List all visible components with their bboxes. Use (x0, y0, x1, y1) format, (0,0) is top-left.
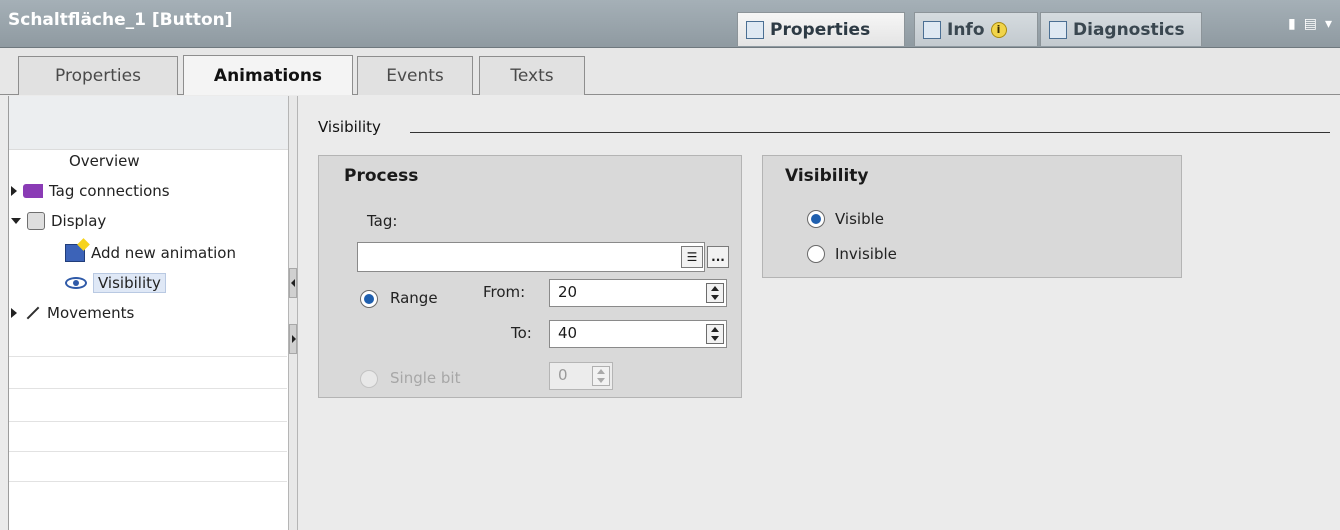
tree-header-band (9, 96, 288, 150)
tree-item-tag-connections[interactable]: Tag connections (11, 176, 170, 206)
tag-label: Tag: (367, 212, 398, 230)
tab-diagnostics[interactable]: Diagnostics (1040, 12, 1202, 46)
tree-item-display[interactable]: Display (11, 206, 106, 236)
invisible-radio[interactable] (807, 245, 825, 263)
tree-item-display-label: Display (51, 212, 107, 230)
tree-divider (9, 451, 287, 452)
tree-item-movements-label: Movements (47, 304, 135, 322)
from-label: From: (483, 283, 526, 301)
tab-properties[interactable]: Properties (18, 56, 178, 95)
window-controls: ▮ ▤ ▾ (1288, 16, 1332, 32)
expand-icon[interactable] (11, 308, 17, 318)
tab-properties-main-label: Properties (770, 19, 871, 40)
single-bit-value: 0 (558, 366, 568, 384)
collapse-icon[interactable] (11, 218, 21, 224)
properties-icon (746, 20, 764, 39)
tab-texts-label: Texts (510, 66, 554, 86)
chevron-left-icon (291, 279, 295, 287)
float-window-icon[interactable]: ▮ (1288, 16, 1296, 32)
info-badge-icon: i (990, 21, 1007, 38)
tab-events[interactable]: Events (357, 56, 473, 95)
animation-tree: Overview Tag connections Display Add new… (8, 96, 288, 530)
chevron-right-icon (292, 335, 296, 343)
tree-item-overview-label: Overview (69, 152, 140, 170)
visible-radio[interactable] (807, 210, 825, 228)
range-label: Range (390, 289, 438, 307)
tab-animations-label: Animations (213, 65, 323, 86)
display-icon (27, 212, 45, 230)
tree-item-movements[interactable]: Movements (11, 298, 134, 328)
menu-icon[interactable]: ▤ (1304, 16, 1317, 32)
tab-diagnostics-label: Diagnostics (1073, 19, 1185, 40)
to-input[interactable]: 40 (549, 320, 727, 348)
tree-item-visibility-label: Visibility (93, 273, 166, 293)
diagnostics-icon (1049, 20, 1067, 39)
visibility-group: Visibility Visible Invisible (762, 155, 1182, 278)
from-input[interactable]: 20 (549, 279, 727, 307)
tree-item-add-new-animation[interactable]: Add new animation (65, 238, 236, 268)
chevron-down-icon[interactable]: ▾ (1325, 16, 1332, 32)
tab-animations[interactable]: Animations (183, 55, 353, 95)
single-bit-stepper[interactable] (592, 366, 610, 386)
tree-divider (9, 356, 287, 357)
range-radio[interactable] (360, 290, 378, 308)
visibility-title: Visibility (785, 166, 869, 186)
tab-properties-main[interactable]: Properties (737, 12, 905, 46)
tree-item-visibility[interactable]: Visibility (65, 268, 166, 298)
title-bar: Schaltfläche_1 [Button] Properties Info … (0, 0, 1340, 48)
single-bit-input[interactable]: 0 (549, 362, 613, 390)
tree-item-add-new-animation-label: Add new animation (91, 244, 236, 262)
add-animation-icon (65, 244, 85, 262)
tree-divider (9, 388, 287, 389)
process-group: Process Tag: ☰ ... Range From: 20 To: 40… (318, 155, 742, 398)
expand-right-button[interactable] (289, 324, 297, 354)
tree-divider (9, 481, 287, 482)
tag-list-button[interactable]: ☰ (681, 246, 703, 268)
tag-input[interactable] (357, 242, 705, 272)
tag-connection-icon (23, 184, 43, 198)
info-icon (923, 20, 941, 39)
single-bit-label: Single bit (390, 369, 461, 387)
to-stepper[interactable] (706, 324, 724, 344)
single-bit-radio[interactable] (360, 370, 378, 388)
movement-icon (23, 304, 41, 322)
eye-icon (65, 277, 87, 289)
process-title: Process (344, 166, 419, 186)
tree-divider (9, 421, 287, 422)
property-tabstrip: Properties Animations Events Texts (0, 48, 1340, 95)
from-stepper[interactable] (706, 283, 724, 303)
visible-label: Visible (835, 210, 884, 228)
section-divider (410, 132, 1330, 133)
tree-item-overview[interactable]: Overview (69, 146, 140, 176)
window-title: Schaltfläche_1 [Button] (8, 10, 233, 30)
expand-icon[interactable] (11, 186, 17, 196)
tab-info[interactable]: Info i (914, 12, 1038, 46)
to-label: To: (511, 324, 532, 342)
tree-item-tag-connections-label: Tag connections (49, 182, 170, 200)
from-value: 20 (558, 283, 578, 301)
invisible-label: Invisible (835, 245, 897, 263)
list-icon: ☰ (686, 250, 698, 264)
tab-info-label: Info (947, 19, 985, 40)
to-value: 40 (558, 324, 578, 342)
collapse-left-button[interactable] (289, 268, 297, 298)
tab-texts[interactable]: Texts (479, 56, 585, 95)
section-title: Visibility (318, 118, 381, 136)
panel-splitter[interactable] (288, 96, 298, 530)
tab-properties-label: Properties (55, 66, 141, 86)
tab-events-label: Events (386, 66, 444, 86)
tag-browse-button[interactable]: ... (707, 246, 729, 268)
